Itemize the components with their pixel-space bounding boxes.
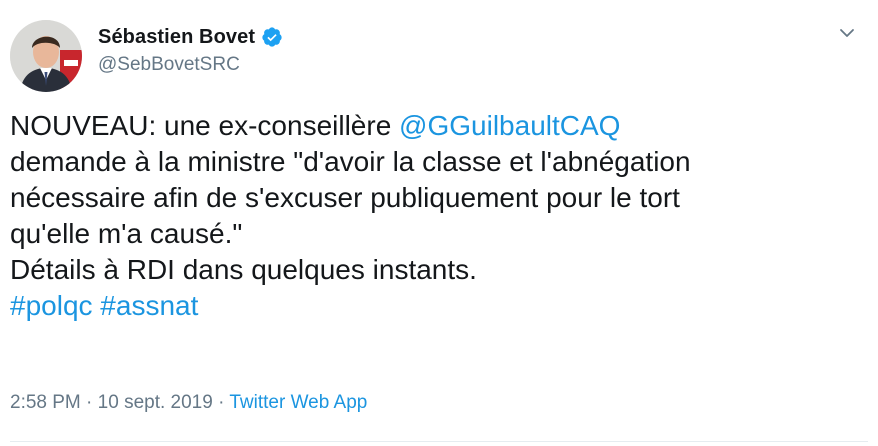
hashtag-link[interactable]: #assnat (100, 290, 198, 321)
tweet-line: Détails à RDI dans quelques instants. (10, 254, 477, 285)
tweet-line: qu'elle m'a causé." (10, 218, 243, 249)
tweet-text: NOUVEAU: une ex-conseillère @GGuilbaultC… (10, 108, 868, 324)
tweet-line: demande à la ministre "d'avoir la classe… (10, 146, 691, 177)
divider (10, 441, 868, 442)
name-row: Sébastien Bovet (98, 24, 283, 50)
hashtag-link[interactable]: #polqc (10, 290, 93, 321)
tweet-line: nécessaire afin de s'excuser publiquemen… (10, 182, 680, 213)
tweet-card: Sébastien Bovet @SebBovetSRC NOUVEAU: un… (0, 0, 878, 446)
mention-link[interactable]: @GGuilbaultCAQ (399, 110, 620, 141)
meta-separator: · (218, 392, 225, 413)
tweet-meta: 2:58 PM · 10 sept. 2019 · Twitter Web Ap… (10, 392, 367, 414)
user-info: Sébastien Bovet @SebBovetSRC (98, 24, 283, 76)
chevron-down-icon[interactable] (838, 24, 856, 42)
avatar[interactable] (10, 20, 82, 92)
source-app-link[interactable]: Twitter Web App (229, 392, 367, 413)
tweet-text-segment: NOUVEAU: une ex-conseillère (10, 110, 400, 141)
tweet-time[interactable]: 2:58 PM (10, 392, 81, 413)
display-name[interactable]: Sébastien Bovet (98, 26, 255, 49)
hashtag-line: #polqc #assnat (10, 288, 868, 324)
tweet-date[interactable]: 10 sept. 2019 (98, 392, 213, 413)
verified-badge-icon (261, 26, 283, 48)
avatar-photo-icon (10, 20, 82, 92)
tweet-line: NOUVEAU: une ex-conseillère @GGuilbaultC… (10, 108, 868, 144)
user-handle[interactable]: @SebBovetSRC (98, 54, 283, 76)
meta-separator: · (86, 392, 93, 413)
